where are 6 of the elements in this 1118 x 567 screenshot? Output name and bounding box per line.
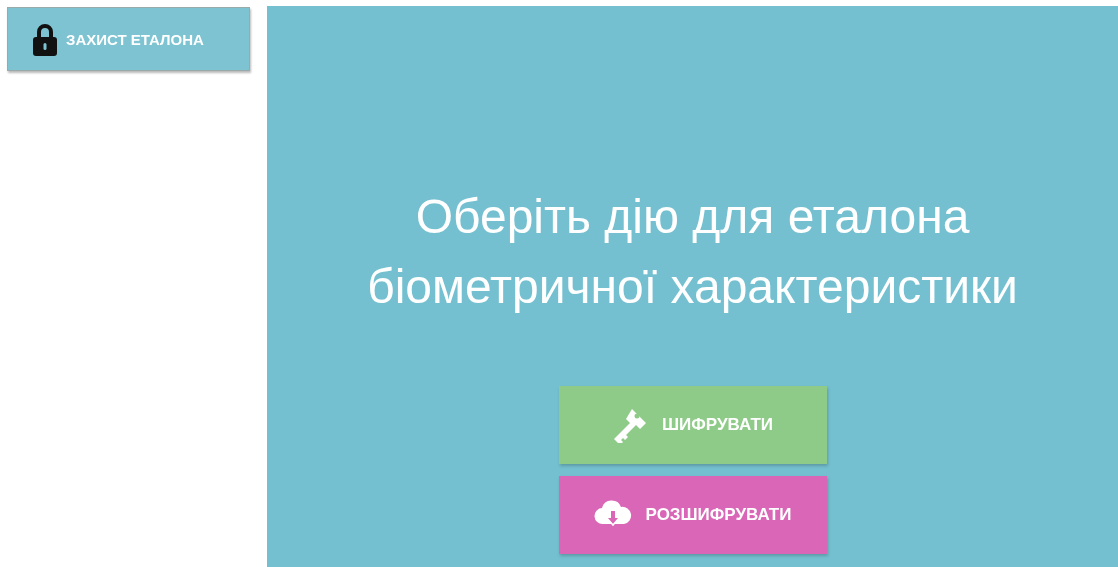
action-button[interactable]: РОЗШИФРУВАТИ (558, 476, 827, 554)
key-icon (612, 407, 648, 443)
page-heading: Оберіть дію для еталона біометричної характеристики (366, 189, 1019, 315)
action-button[interactable]: ШИФРУВАТИ (558, 386, 827, 464)
lock-icon (30, 22, 60, 56)
protect-button[interactable]: ЗАХИСТ ЕТАЛОНА (7, 7, 250, 71)
